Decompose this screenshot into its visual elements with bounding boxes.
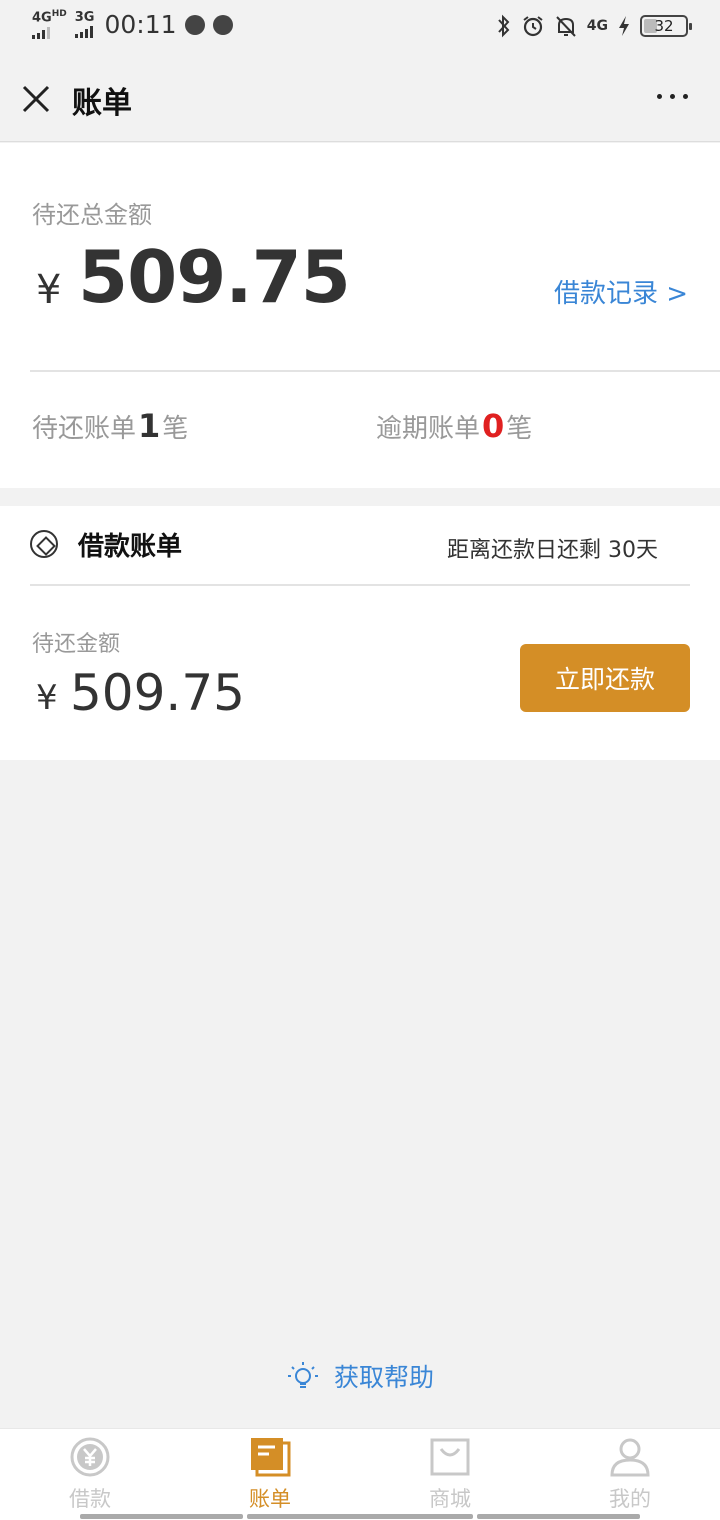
- currency-symbol: ¥: [36, 267, 62, 313]
- signal-bars-icon: [32, 26, 50, 39]
- more-options-icon[interactable]: [657, 94, 688, 99]
- divider: [30, 584, 690, 586]
- gesture-bar: [80, 1514, 243, 1519]
- close-icon[interactable]: [20, 81, 52, 117]
- summary-card: 待还总金额 ¥ 509.75 借款记录 > 待还账单1笔 逾期账单0笔: [0, 143, 720, 488]
- app-notification-icon: [184, 14, 205, 35]
- currency-symbol: ¥: [36, 678, 58, 718]
- due-amount-label: 待还金额: [32, 632, 121, 657]
- status-time: 00:11: [104, 10, 177, 39]
- signal-bars-icon: [74, 26, 93, 38]
- overdue-bills-count[interactable]: 逾期账单0笔: [376, 407, 532, 445]
- get-help-link[interactable]: 获取帮助: [0, 1358, 720, 1394]
- mute-bell-icon: [556, 16, 576, 37]
- due-countdown-text: 距离还款日还剩 30天: [447, 538, 658, 563]
- tab-bill[interactable]: 账单: [210, 1437, 330, 1513]
- tab-label: 商城: [429, 1487, 471, 1511]
- bluetooth-icon: [498, 14, 510, 38]
- gesture-bar: [477, 1514, 640, 1519]
- get-help-label: 获取帮助: [333, 1363, 434, 1392]
- signal-3g-indicator: 3G: [74, 11, 94, 38]
- yen-circle-icon: [70, 1437, 110, 1477]
- due-amount-value: 509.75: [70, 664, 245, 722]
- total-amount-label: 待还总金额: [32, 201, 152, 229]
- status-left: 4GHD 3G 00:11: [32, 10, 233, 39]
- bill-icon: [251, 1438, 291, 1477]
- repay-now-button[interactable]: 立即还款: [520, 644, 690, 712]
- tab-label: 账单: [249, 1487, 291, 1511]
- bottom-tab-bar: 借款 账单 商城 我的: [0, 1428, 720, 1520]
- lightbulb-icon: [287, 1362, 318, 1388]
- loan-bill-card: 借款账单 距离还款日还剩 30天 待还金额 ¥ 509.75 立即还款: [0, 506, 720, 760]
- loan-records-link[interactable]: 借款记录 >: [554, 273, 688, 310]
- loan-bill-title: 借款账单: [78, 532, 183, 562]
- tab-loan[interactable]: 借款: [30, 1437, 150, 1513]
- signal-4g-indicator: 4GHD: [32, 10, 67, 39]
- tab-label: 我的: [609, 1487, 651, 1511]
- status-bar: 4GHD 3G 00:11 4G 32: [0, 0, 720, 56]
- nav-bar: 账单: [0, 56, 720, 142]
- tab-mine[interactable]: 我的: [570, 1437, 690, 1513]
- gesture-bar: [247, 1514, 473, 1519]
- page-title: 账单: [72, 86, 132, 121]
- status-right: 4G 32: [497, 14, 692, 38]
- shopping-bag-icon: [430, 1438, 470, 1476]
- globe-icon: [212, 14, 233, 35]
- total-amount-value: 509.75: [78, 235, 351, 319]
- alarm-icon: [523, 16, 543, 37]
- tab-mall[interactable]: 商城: [390, 1437, 510, 1513]
- charging-icon: [619, 16, 629, 36]
- tab-label: 借款: [69, 1487, 111, 1511]
- user-icon: [610, 1438, 650, 1477]
- pending-bills-count[interactable]: 待还账单1笔: [32, 407, 188, 445]
- battery-icon: 32: [640, 15, 692, 37]
- coin-icon: [30, 530, 58, 558]
- overdue-count-value: 0: [482, 407, 505, 445]
- pending-count-value: 1: [138, 407, 161, 445]
- network-4g-indicator: 4G: [586, 18, 608, 34]
- divider: [30, 370, 720, 372]
